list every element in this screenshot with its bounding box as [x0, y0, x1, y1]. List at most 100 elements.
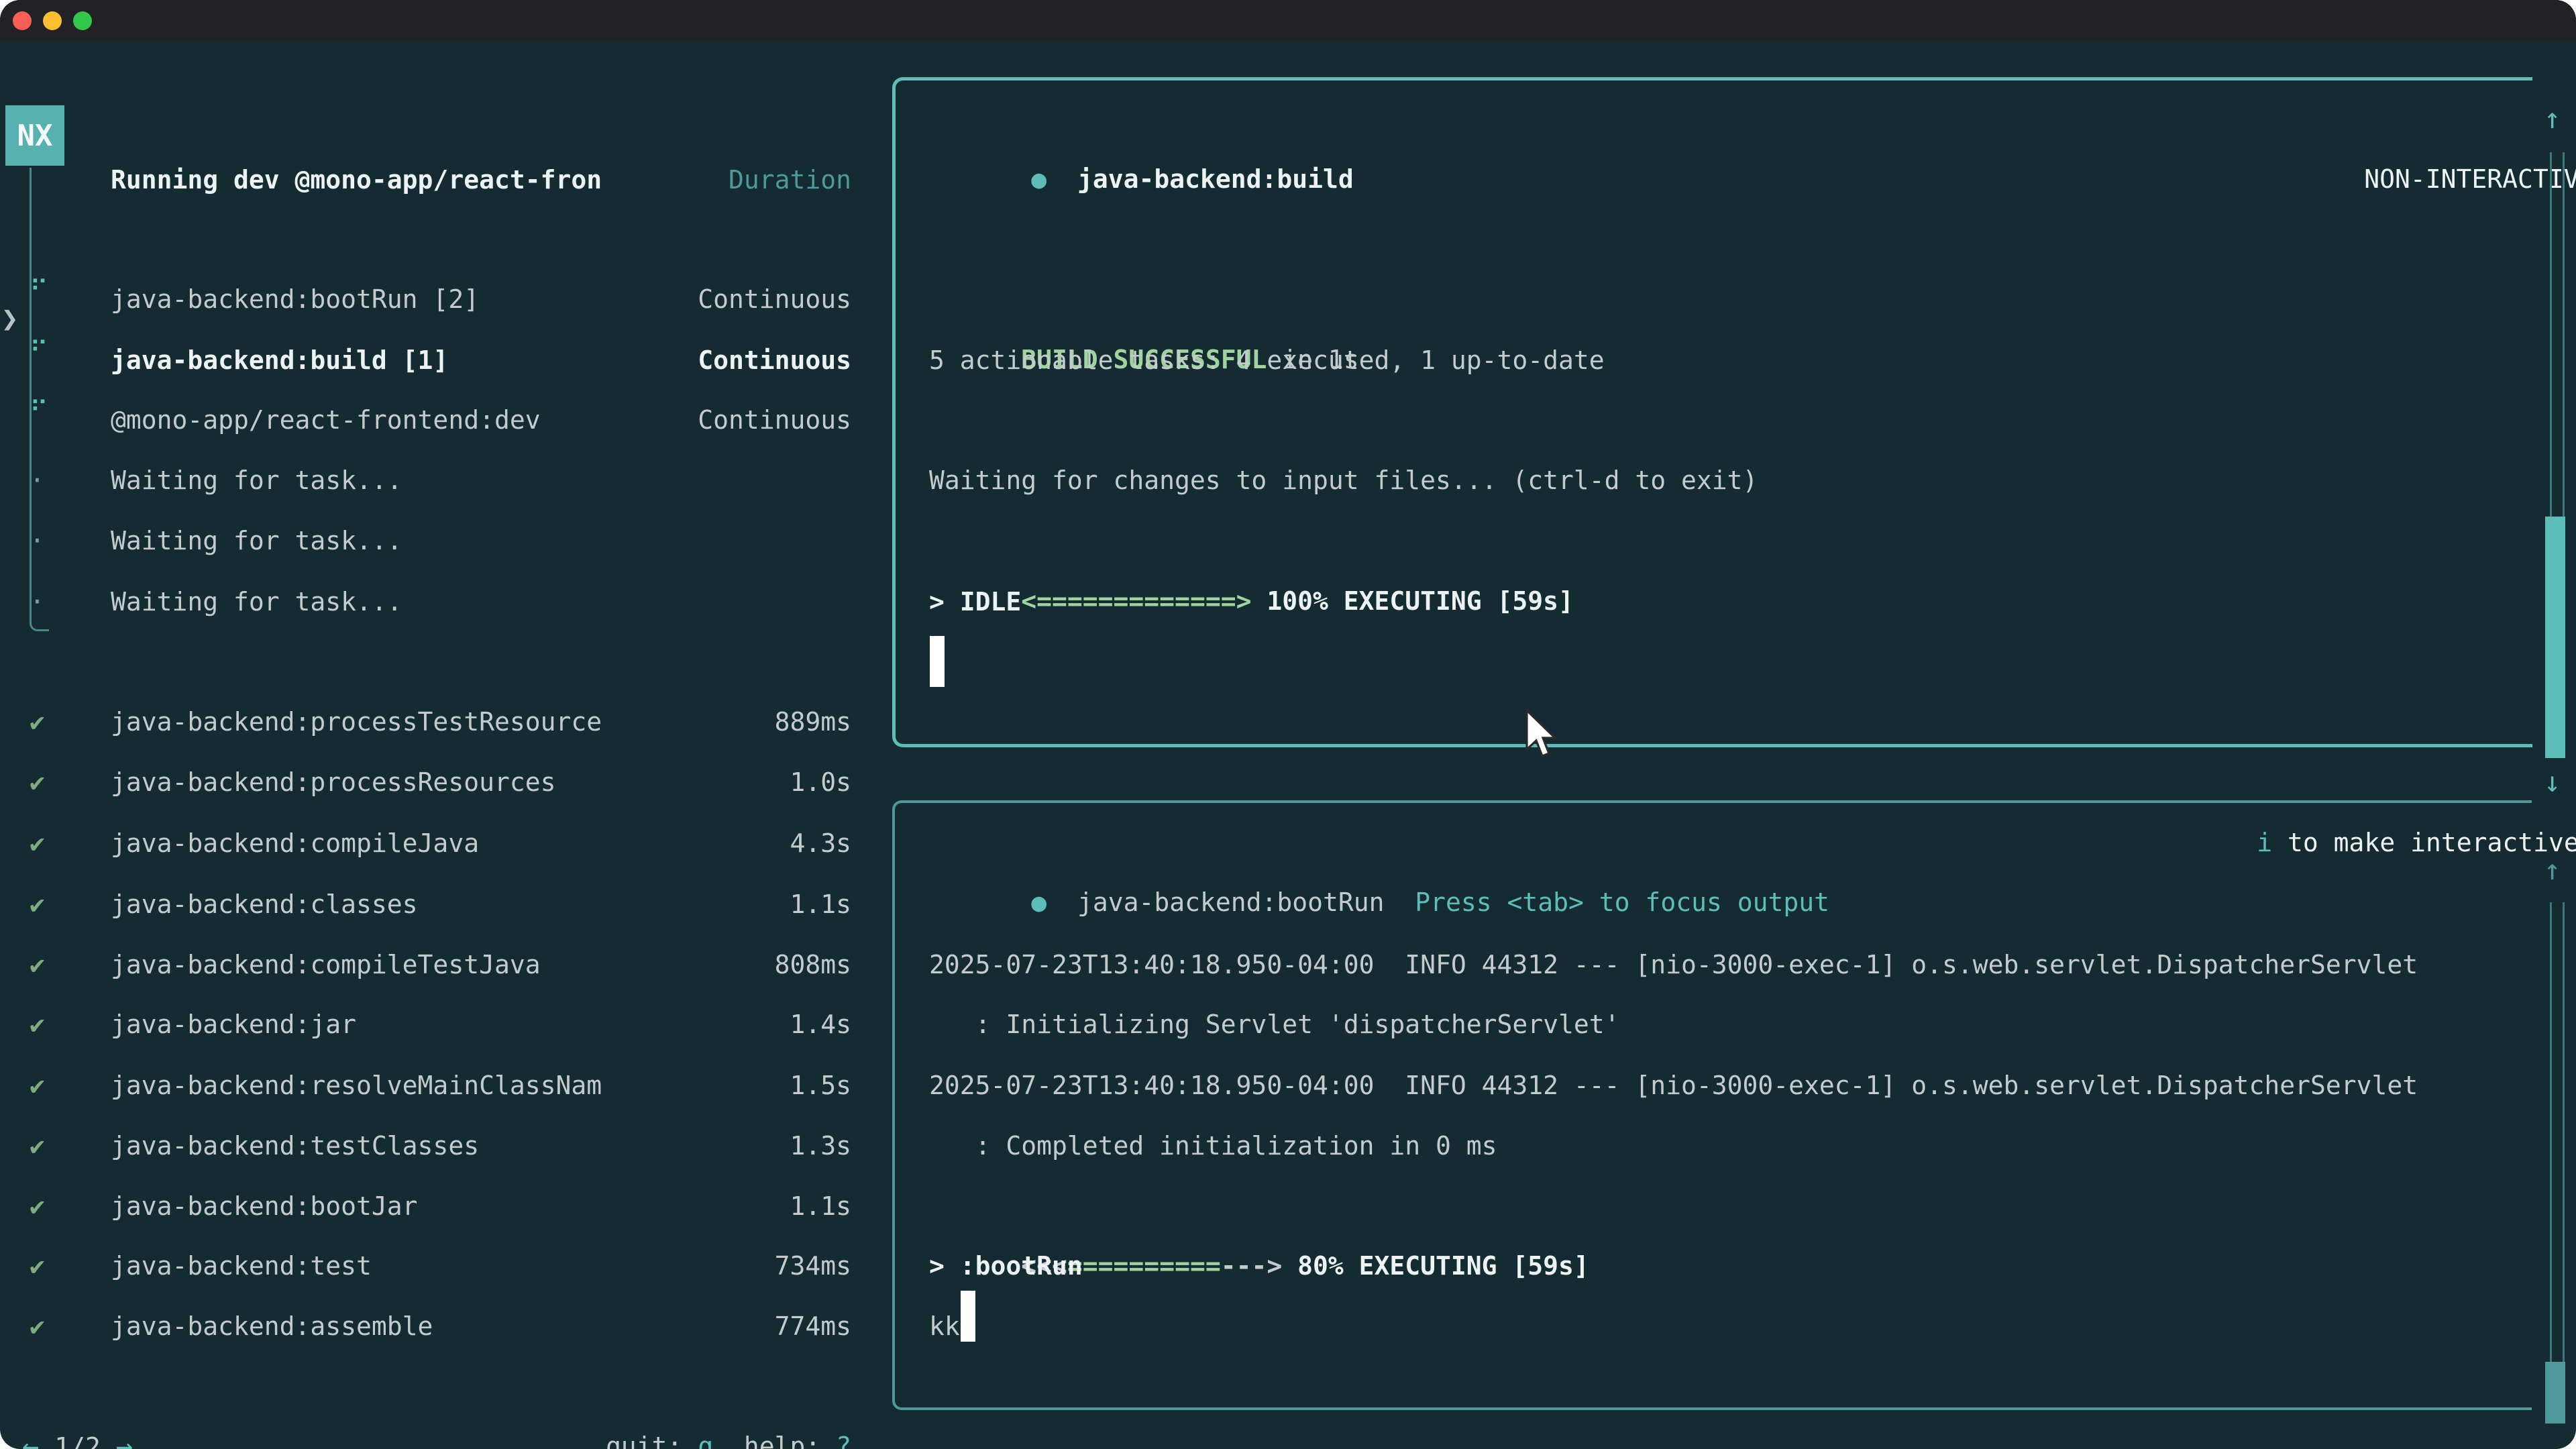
- log-line: : Initializing Servlet 'dispatcherServle…: [929, 994, 1620, 1055]
- help-label: help:: [744, 1432, 820, 1449]
- titlebar: [0, 0, 2576, 42]
- check-icon: ✔: [30, 1176, 45, 1236]
- check-icon: ✔: [30, 994, 45, 1055]
- task-duration: 889ms: [775, 692, 851, 752]
- bootrun-task-line: > :bootRun: [929, 1236, 1083, 1296]
- waiting-dot-icon: ·: [30, 572, 45, 632]
- task-label: @mono-app/react-frontend:dev: [111, 390, 541, 450]
- idle-line: > IDLE: [929, 572, 1021, 632]
- tasks-summary-line: 5 actionable tasks: 4 executed, 1 up-to-…: [929, 330, 1605, 390]
- terminal-window: NX ❯ Running dev @mono-app/react-fron Du…: [0, 0, 2576, 1449]
- task-label: java-backend:assemble: [111, 1296, 433, 1356]
- scroll-up-icon[interactable]: ↑: [2544, 840, 2561, 900]
- build-panel-mode: NON-INTERACTIVE: [2257, 89, 2576, 149]
- check-icon: ✔: [30, 1116, 45, 1176]
- task-label: java-backend:processResources: [111, 752, 555, 812]
- task-label: java-backend:compileJava: [111, 813, 479, 873]
- progress-bar: <=============>: [1021, 586, 1251, 616]
- terminal-cursor: [961, 1291, 975, 1342]
- task-duration: 774ms: [775, 1296, 851, 1356]
- progress-status: 100% EXECUTING [59s]: [1251, 586, 1573, 616]
- check-icon: ✔: [30, 692, 45, 752]
- task-row[interactable]: ✔ java-backend:resolveMainClassNam 1.5s: [0, 1055, 851, 1116]
- task-label: java-backend:test: [111, 1236, 372, 1296]
- task-row[interactable]: ✔ java-backend:processResources 1.0s: [0, 752, 851, 812]
- next-page-arrow-icon[interactable]: →: [116, 1430, 133, 1449]
- check-icon: ✔: [30, 1236, 45, 1296]
- task-row[interactable]: ✔ java-backend:testClasses 1.3s: [0, 1116, 851, 1176]
- task-label: Waiting for task...: [111, 572, 402, 632]
- terminal-cursor: [930, 636, 945, 687]
- task-duration: 1.1s: [790, 874, 851, 934]
- spinner-icon: ⠋: [30, 321, 48, 381]
- quit-label: quit:: [606, 1432, 682, 1449]
- log-line: 2025-07-23T13:40:18.950-04:00 INFO 44312…: [929, 1055, 2418, 1116]
- task-label: Waiting for task...: [111, 450, 402, 511]
- task-row[interactable]: · Waiting for task...: [0, 450, 851, 511]
- close-window-button[interactable]: [13, 11, 32, 30]
- nx-tui: NX ❯ Running dev @mono-app/react-fron Du…: [0, 42, 2576, 1449]
- task-label: java-backend:compileTestJava: [111, 934, 541, 995]
- focus-output-hint: Press <tab> to focus output: [1415, 888, 1829, 917]
- scrollbar-thumb[interactable]: [2545, 517, 2565, 758]
- footer-bar: ← 1/2 → quit: q help: ?: [0, 1416, 851, 1449]
- scroll-down-icon[interactable]: ↓: [2544, 1425, 2561, 1449]
- quit-key[interactable]: q: [698, 1432, 713, 1449]
- progress-status: 80% EXECUTING [59s]: [1282, 1251, 1589, 1281]
- task-label: java-backend:jar: [111, 994, 356, 1055]
- waiting-dot-icon: ·: [30, 450, 45, 511]
- task-row-selected[interactable]: ⠋ java-backend:build [1] Continuous: [0, 330, 851, 390]
- task-row[interactable]: · Waiting for task...: [0, 572, 851, 632]
- waiting-changes-line: Waiting for changes to input files... (c…: [929, 450, 1758, 511]
- bootrun-progress-line: <<<==========---> 80% EXECUTING [59s]: [929, 1175, 1589, 1236]
- task-duration: 1.3s: [790, 1116, 851, 1176]
- panel-dot-icon: ●: [1031, 164, 1046, 194]
- task-row[interactable]: ✔ java-backend:jar 1.4s: [0, 994, 851, 1055]
- stdin-input-text[interactable]: kk: [929, 1296, 960, 1356]
- duration-column-header: Duration: [729, 150, 851, 210]
- task-duration: 734ms: [775, 1236, 851, 1296]
- bootrun-panel-header: ● java-backend:bootRun Press <tab> to fo…: [924, 812, 1844, 872]
- footer-shortcuts: quit: q help: ?: [606, 1416, 851, 1449]
- scroll-up-icon[interactable]: ↑: [2544, 89, 2561, 149]
- scroll-down-icon[interactable]: ↓: [2544, 752, 2561, 812]
- task-label: java-backend:classes: [111, 874, 418, 934]
- check-icon: ✔: [30, 813, 45, 873]
- task-list-header: Running dev @mono-app/react-fron Duratio…: [0, 150, 851, 210]
- scrollbar-thumb[interactable]: [2545, 1362, 2565, 1424]
- progress-bar: ==========: [1067, 1251, 1221, 1281]
- task-row[interactable]: ✔ java-backend:compileJava 4.3s: [0, 813, 851, 873]
- scrollbar-track[interactable]: [2550, 902, 2565, 1422]
- task-row[interactable]: ⠋ java-backend:bootRun [2] Continuous: [0, 269, 851, 329]
- pager: ← 1/2 →: [22, 1416, 133, 1449]
- task-label: java-backend:resolveMainClassNam: [111, 1055, 602, 1116]
- panel-dot-icon: ●: [1031, 888, 1046, 917]
- check-icon: ✔: [30, 752, 45, 812]
- check-icon: ✔: [30, 934, 45, 995]
- maximize-window-button[interactable]: [73, 11, 92, 30]
- task-row[interactable]: ✔ java-backend:assemble 774ms: [0, 1296, 851, 1356]
- log-line: : Completed initialization in 0 ms: [929, 1116, 1497, 1176]
- task-row[interactable]: ✔ java-backend:compileTestJava 808ms: [0, 934, 851, 995]
- build-progress-line: <=============> 100% EXECUTING [59s]: [929, 511, 1574, 571]
- task-row[interactable]: ✔ java-backend:processTestResource 889ms: [0, 692, 851, 752]
- task-row[interactable]: ⠋ @mono-app/react-frontend:dev Continuou…: [0, 390, 851, 450]
- check-icon: ✔: [30, 1296, 45, 1356]
- task-duration: 1.4s: [790, 994, 851, 1055]
- task-row[interactable]: ✔ java-backend:classes 1.1s: [0, 874, 851, 934]
- minimize-window-button[interactable]: [43, 11, 62, 30]
- bootrun-panel-title: java-backend:bootRun: [1077, 888, 1385, 917]
- task-row[interactable]: ✔ java-backend:test 734ms: [0, 1236, 851, 1296]
- task-duration: 808ms: [775, 934, 851, 995]
- task-label: java-backend:testClasses: [111, 1116, 479, 1176]
- help-key[interactable]: ?: [836, 1432, 851, 1449]
- task-duration: 1.1s: [790, 1176, 851, 1236]
- task-row[interactable]: · Waiting for task...: [0, 511, 851, 571]
- task-label: Waiting for task...: [111, 511, 402, 571]
- task-row[interactable]: ✔ java-backend:bootJar 1.1s: [0, 1176, 851, 1236]
- build-panel-header: ● java-backend:build: [924, 89, 1368, 149]
- non-interactive-label: NON-INTERACTIVE: [2349, 164, 2576, 194]
- prev-page-arrow-icon[interactable]: ←: [22, 1430, 39, 1449]
- task-label: java-backend:bootRun [2]: [111, 269, 479, 329]
- task-status: Continuous: [698, 330, 851, 390]
